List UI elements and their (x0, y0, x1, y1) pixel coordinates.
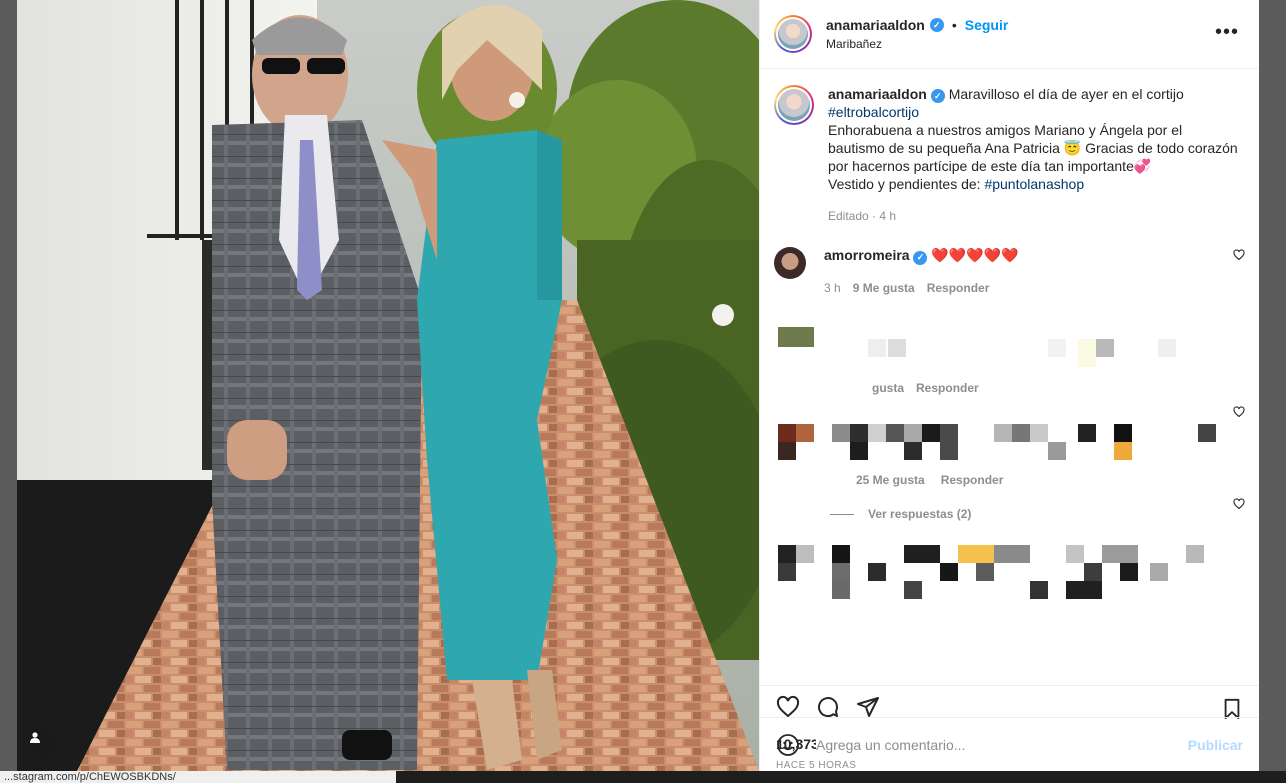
post-location[interactable]: Maribañez (826, 37, 1243, 51)
verified-icon: ✓ (929, 18, 944, 32)
caption-text: Enhorabuena a nuestros amigos Mariano y … (828, 122, 1238, 174)
reply-button[interactable]: Responder (927, 281, 990, 295)
status-url: ...stagram.com/p/ChEWOSBKDNs/ (0, 771, 396, 783)
hashtag-link[interactable]: #eltrobalcortijo (828, 104, 919, 120)
reply-button[interactable]: Responder (941, 473, 1004, 487)
comments-list[interactable]: anamariaaldon ✓ Maravilloso el día de aye… (760, 69, 1259, 685)
publish-button[interactable]: Publicar (1188, 737, 1243, 753)
comment-meta: gusta Responder (872, 381, 979, 395)
comment-text: ❤️❤️❤️❤️❤️ (931, 247, 1019, 263)
post-side-panel: anamariaaldon ✓ • Seguir Maribañez ••• a… (759, 0, 1259, 771)
post-header: anamariaaldon ✓ • Seguir Maribañez ••• (760, 0, 1259, 69)
like-comment-icon[interactable] (1233, 406, 1245, 418)
verified-icon: ✓ (913, 250, 928, 265)
caption-avatar[interactable] (774, 85, 814, 125)
share-icon[interactable] (856, 695, 880, 719)
avatar[interactable] (774, 15, 812, 53)
like-comment-icon[interactable] (1233, 498, 1245, 510)
pixelated-comment (778, 545, 1218, 599)
post-photo[interactable] (17, 0, 759, 771)
reply-button[interactable]: Responder (916, 381, 979, 395)
pixelated-comment (778, 424, 1216, 460)
caption-username[interactable]: anamariaaldon (828, 86, 927, 102)
comment-avatar[interactable] (774, 247, 806, 279)
caption-meta: Editado · 4 h (828, 209, 897, 223)
emoji-icon[interactable] (776, 733, 800, 757)
view-replies-button[interactable]: Ver respuestas (2) (830, 507, 971, 521)
follow-button[interactable]: Seguir (965, 17, 1009, 33)
comment-icon[interactable] (816, 695, 840, 719)
like-icon[interactable] (776, 695, 800, 719)
comment-input[interactable] (816, 736, 1188, 753)
comment-meta: 25 Me gusta Responder (856, 473, 1003, 487)
caption-text: Maravilloso el día de ayer en el cortijo (948, 86, 1184, 102)
user-tag-icon[interactable] (29, 731, 56, 758)
hashtag-link[interactable]: #puntolanashop (984, 176, 1084, 192)
post-caption: anamariaaldon ✓ Maravilloso el día de aye… (774, 85, 1245, 225)
post-modal: anamariaaldon ✓ • Seguir Maribañez ••• a… (17, 0, 1259, 771)
comment-composer: Publicar (760, 717, 1259, 771)
more-options-icon[interactable]: ••• (1215, 22, 1239, 42)
comment-likes[interactable]: 25 Me gusta (856, 473, 925, 487)
like-comment-icon[interactable] (1233, 249, 1245, 261)
comment-likes[interactable]: gusta (872, 381, 904, 395)
comment-likes[interactable]: 9 Me gusta (853, 281, 915, 295)
comment-username[interactable]: amorromeira (824, 247, 910, 263)
verified-icon: ✓ (930, 89, 945, 103)
comment-time: 3 h (824, 280, 841, 295)
caption-text: Vestido y pendientes de: (828, 176, 985, 192)
author-username[interactable]: anamariaaldon (826, 17, 925, 33)
view-replies-label: Ver respuestas (2) (868, 507, 972, 521)
pixelated-comment (778, 327, 1208, 367)
comment-item: amorromeira ✓ ❤️❤️❤️❤️❤️ 3 h 9 Me gusta … (774, 247, 1245, 295)
photo-illustration (17, 0, 759, 771)
separator-dot: • (951, 17, 957, 33)
